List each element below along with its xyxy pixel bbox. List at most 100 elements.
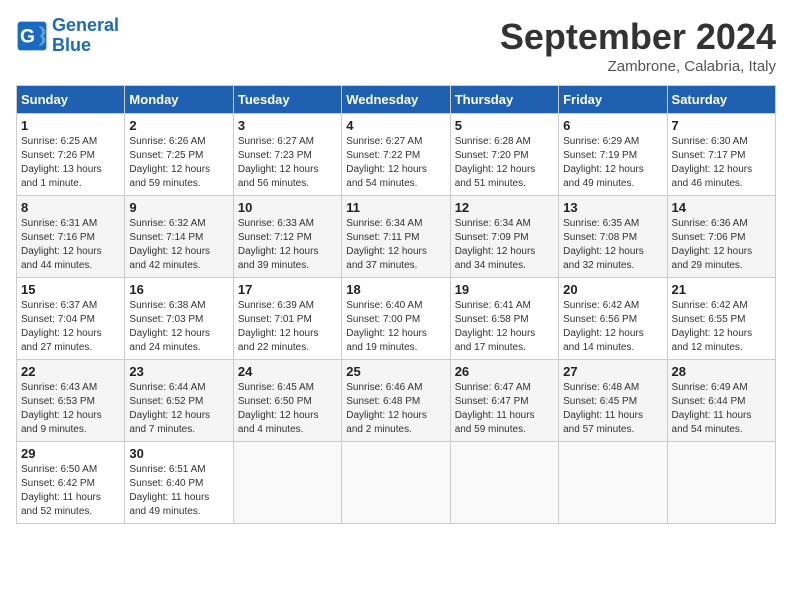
day-number: 11 xyxy=(346,200,445,215)
day-cell: 13 Sunrise: 6:35 AM Sunset: 7:08 PM Dayli… xyxy=(559,196,667,278)
day-cell: 5 Sunrise: 6:28 AM Sunset: 7:20 PM Daylig… xyxy=(450,114,558,196)
day-info: Sunrise: 6:44 AM Sunset: 6:52 PM Dayligh… xyxy=(129,381,228,437)
day-cell: 19 Sunrise: 6:41 AM Sunset: 6:58 PM Dayli… xyxy=(450,278,558,360)
logo-icon: G xyxy=(16,20,48,52)
day-cell: 23 Sunrise: 6:44 AM Sunset: 6:52 PM Dayli… xyxy=(125,360,233,442)
day-number: 15 xyxy=(21,282,120,297)
week-row-1: 1 Sunrise: 6:25 AM Sunset: 7:26 PM Daylig… xyxy=(17,114,776,196)
day-number: 19 xyxy=(455,282,554,297)
week-row-5: 29 Sunrise: 6:50 AM Sunset: 6:42 PM Dayli… xyxy=(17,442,776,524)
subtitle: Zambrone, Calabria, Italy xyxy=(500,58,776,75)
day-cell: 4Sunrise: 6:27 AM Sunset: 7:22 PM Daylig… xyxy=(342,114,450,196)
day-number: 2 xyxy=(129,118,228,133)
day-cell: 21Sunrise: 6:42 AM Sunset: 6:55 PM Dayli… xyxy=(667,278,775,360)
svg-text:G: G xyxy=(20,26,35,47)
day-number: 22 xyxy=(21,364,120,379)
day-info: Sunrise: 6:48 AM Sunset: 6:45 PM Dayligh… xyxy=(563,381,662,437)
day-cell xyxy=(233,442,341,524)
day-info: Sunrise: 6:45 AM Sunset: 6:50 PM Dayligh… xyxy=(238,381,337,437)
day-number: 16 xyxy=(129,282,228,297)
day-info: Sunrise: 6:42 AM Sunset: 6:56 PM Dayligh… xyxy=(563,299,662,355)
day-cell xyxy=(559,442,667,524)
day-number: 3 xyxy=(238,118,337,133)
day-number: 21 xyxy=(672,282,771,297)
day-info: Sunrise: 6:38 AM Sunset: 7:03 PM Dayligh… xyxy=(129,299,228,355)
calendar-table: SundayMondayTuesdayWednesdayThursdayFrid… xyxy=(16,85,776,524)
col-header-tuesday: Tuesday xyxy=(233,86,341,114)
day-number: 23 xyxy=(129,364,228,379)
day-cell: 9Sunrise: 6:32 AM Sunset: 7:14 PM Daylig… xyxy=(125,196,233,278)
day-cell: 8 Sunrise: 6:31 AM Sunset: 7:16 PM Daylig… xyxy=(17,196,125,278)
day-number: 27 xyxy=(563,364,662,379)
day-number: 8 xyxy=(21,200,120,215)
day-info: Sunrise: 6:28 AM Sunset: 7:20 PM Dayligh… xyxy=(455,135,554,191)
day-cell xyxy=(667,442,775,524)
day-number: 4 xyxy=(346,118,445,133)
day-info: Sunrise: 6:51 AM Sunset: 6:40 PM Dayligh… xyxy=(129,463,228,519)
day-number: 13 xyxy=(563,200,662,215)
day-number: 30 xyxy=(129,446,228,461)
day-info: Sunrise: 6:32 AM Sunset: 7:14 PM Dayligh… xyxy=(129,217,228,273)
day-number: 20 xyxy=(563,282,662,297)
day-number: 7 xyxy=(672,118,771,133)
day-number: 17 xyxy=(238,282,337,297)
day-cell: 22Sunrise: 6:43 AM Sunset: 6:53 PM Dayli… xyxy=(17,360,125,442)
col-header-friday: Friday xyxy=(559,86,667,114)
day-number: 18 xyxy=(346,282,445,297)
day-number: 5 xyxy=(455,118,554,133)
day-info: Sunrise: 6:47 AM Sunset: 6:47 PM Dayligh… xyxy=(455,381,554,437)
day-cell: 16 Sunrise: 6:38 AM Sunset: 7:03 PM Dayli… xyxy=(125,278,233,360)
day-info: Sunrise: 6:34 AM Sunset: 7:09 PM Dayligh… xyxy=(455,217,554,273)
day-info: Sunrise: 6:31 AM Sunset: 7:16 PM Dayligh… xyxy=(21,217,120,273)
day-number: 29 xyxy=(21,446,120,461)
header: G General Blue September 2024 Zambrone, … xyxy=(16,16,776,75)
day-info: Sunrise: 6:34 AM Sunset: 7:11 PM Dayligh… xyxy=(346,217,445,273)
day-cell: 3 Sunrise: 6:27 AM Sunset: 7:23 PM Daylig… xyxy=(233,114,341,196)
day-cell: 14 Sunrise: 6:36 AM Sunset: 7:06 PM Dayli… xyxy=(667,196,775,278)
week-row-3: 15 Sunrise: 6:37 AM Sunset: 7:04 PM Dayli… xyxy=(17,278,776,360)
day-cell: 7 Sunrise: 6:30 AM Sunset: 7:17 PM Daylig… xyxy=(667,114,775,196)
logo: G General Blue xyxy=(16,16,119,56)
logo-text: General Blue xyxy=(52,16,119,56)
day-cell: 15 Sunrise: 6:37 AM Sunset: 7:04 PM Dayli… xyxy=(17,278,125,360)
day-number: 28 xyxy=(672,364,771,379)
day-cell: 28 Sunrise: 6:49 AM Sunset: 6:44 PM Dayli… xyxy=(667,360,775,442)
day-number: 6 xyxy=(563,118,662,133)
day-number: 24 xyxy=(238,364,337,379)
day-cell: 20 Sunrise: 6:42 AM Sunset: 6:56 PM Dayli… xyxy=(559,278,667,360)
day-info: Sunrise: 6:26 AM Sunset: 7:25 PM Dayligh… xyxy=(129,135,228,191)
day-cell: 10Sunrise: 6:33 AM Sunset: 7:12 PM Dayli… xyxy=(233,196,341,278)
title-area: September 2024 Zambrone, Calabria, Italy xyxy=(500,16,776,75)
col-header-saturday: Saturday xyxy=(667,86,775,114)
day-info: Sunrise: 6:37 AM Sunset: 7:04 PM Dayligh… xyxy=(21,299,120,355)
day-info: Sunrise: 6:36 AM Sunset: 7:06 PM Dayligh… xyxy=(672,217,771,273)
col-header-monday: Monday xyxy=(125,86,233,114)
week-row-4: 22Sunrise: 6:43 AM Sunset: 6:53 PM Dayli… xyxy=(17,360,776,442)
day-info: Sunrise: 6:50 AM Sunset: 6:42 PM Dayligh… xyxy=(21,463,120,519)
day-info: Sunrise: 6:41 AM Sunset: 6:58 PM Dayligh… xyxy=(455,299,554,355)
day-cell: 29 Sunrise: 6:50 AM Sunset: 6:42 PM Dayli… xyxy=(17,442,125,524)
week-row-2: 8 Sunrise: 6:31 AM Sunset: 7:16 PM Daylig… xyxy=(17,196,776,278)
day-info: Sunrise: 6:49 AM Sunset: 6:44 PM Dayligh… xyxy=(672,381,771,437)
day-cell: 2 Sunrise: 6:26 AM Sunset: 7:25 PM Daylig… xyxy=(125,114,233,196)
day-number: 14 xyxy=(672,200,771,215)
day-info: Sunrise: 6:25 AM Sunset: 7:26 PM Dayligh… xyxy=(21,135,120,191)
day-info: Sunrise: 6:29 AM Sunset: 7:19 PM Dayligh… xyxy=(563,135,662,191)
month-title: September 2024 xyxy=(500,16,776,58)
day-cell xyxy=(342,442,450,524)
day-info: Sunrise: 6:40 AM Sunset: 7:00 PM Dayligh… xyxy=(346,299,445,355)
col-header-sunday: Sunday xyxy=(17,86,125,114)
day-cell xyxy=(450,442,558,524)
day-cell: 18 Sunrise: 6:40 AM Sunset: 7:00 PM Dayli… xyxy=(342,278,450,360)
day-cell: 12 Sunrise: 6:34 AM Sunset: 7:09 PM Dayli… xyxy=(450,196,558,278)
day-info: Sunrise: 6:30 AM Sunset: 7:17 PM Dayligh… xyxy=(672,135,771,191)
day-cell: 26Sunrise: 6:47 AM Sunset: 6:47 PM Dayli… xyxy=(450,360,558,442)
day-info: Sunrise: 6:46 AM Sunset: 6:48 PM Dayligh… xyxy=(346,381,445,437)
day-info: Sunrise: 6:33 AM Sunset: 7:12 PM Dayligh… xyxy=(238,217,337,273)
day-info: Sunrise: 6:27 AM Sunset: 7:23 PM Dayligh… xyxy=(238,135,337,191)
day-number: 12 xyxy=(455,200,554,215)
header-row: SundayMondayTuesdayWednesdayThursdayFrid… xyxy=(17,86,776,114)
day-cell: 6 Sunrise: 6:29 AM Sunset: 7:19 PM Daylig… xyxy=(559,114,667,196)
day-number: 1 xyxy=(21,118,120,133)
day-info: Sunrise: 6:35 AM Sunset: 7:08 PM Dayligh… xyxy=(563,217,662,273)
